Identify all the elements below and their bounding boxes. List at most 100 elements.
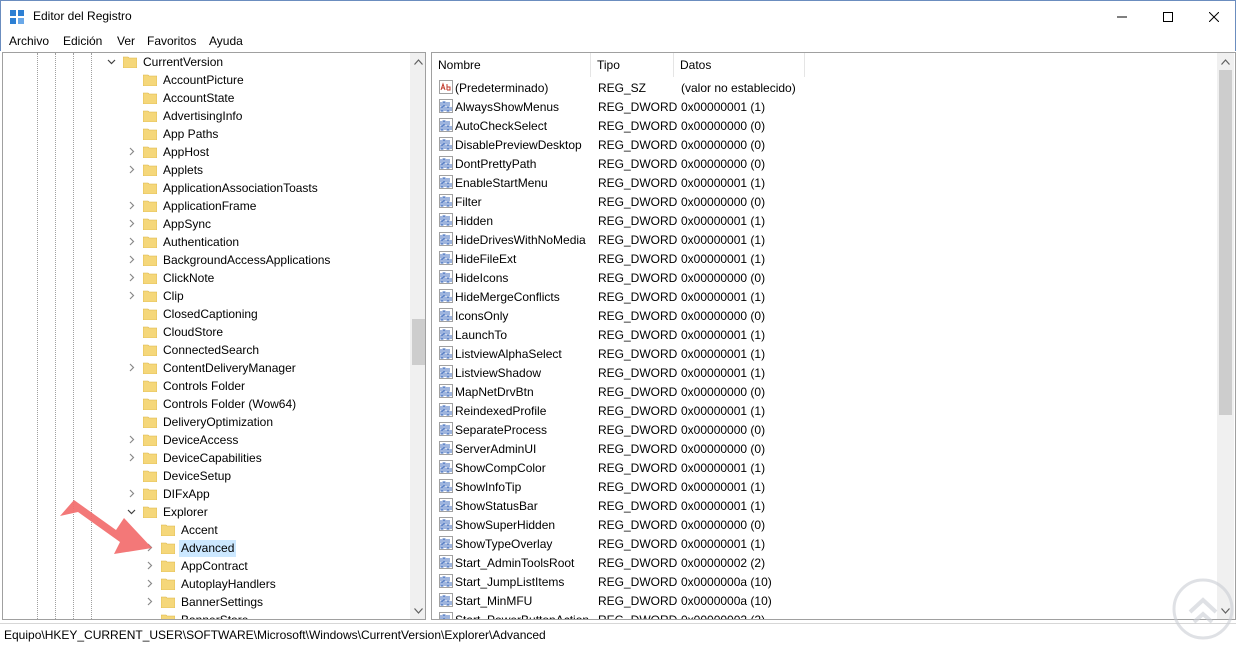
value-row[interactable]: Start_AdminToolsRoot REG_DWORD 0x00000002 … bbox=[432, 553, 1217, 572]
value-name: SeparateProcess bbox=[455, 423, 548, 437]
menu-edicion[interactable]: Edición bbox=[63, 34, 102, 48]
value-row[interactable]: DisablePreviewDesktop REG_DWORD 0x00000000… bbox=[432, 135, 1217, 154]
tree-item[interactable]: BackgroundAccessApplications bbox=[3, 251, 410, 269]
value-row[interactable]: SeparateProcess REG_DWORD 0x00000000 (0) bbox=[432, 420, 1217, 439]
tree-item[interactable]: CloudStore bbox=[3, 323, 410, 341]
value-row[interactable]: EnableStartMenu REG_DWORD 0x00000001 (1) bbox=[432, 173, 1217, 192]
tree-item[interactable]: Controls Folder bbox=[3, 377, 410, 395]
chevron-right-icon[interactable] bbox=[127, 291, 136, 300]
chevron-right-icon[interactable] bbox=[127, 165, 136, 174]
menu-archivo[interactable]: Archivo bbox=[9, 34, 49, 48]
value-row[interactable]: LaunchTo REG_DWORD 0x00000001 (1) bbox=[432, 325, 1217, 344]
tree-item[interactable]: Controls Folder (Wow64) bbox=[3, 395, 410, 413]
values-scroll-thumb[interactable] bbox=[1219, 70, 1232, 415]
chevron-right-icon[interactable] bbox=[145, 579, 154, 588]
chevron-down-icon[interactable] bbox=[107, 57, 116, 66]
tree-vertical-scrollbar[interactable] bbox=[410, 53, 425, 619]
value-name: HideIcons bbox=[455, 271, 509, 285]
tree-item[interactable]: AccountPicture bbox=[3, 71, 410, 89]
tree-scroll-thumb[interactable] bbox=[412, 319, 425, 365]
tree-item[interactable]: Applets bbox=[3, 161, 410, 179]
chevron-right-icon[interactable] bbox=[127, 363, 136, 372]
tree-item[interactable]: DeviceCapabilities bbox=[3, 449, 410, 467]
value-row[interactable]: ServerAdminUI REG_DWORD 0x00000000 (0) bbox=[432, 439, 1217, 458]
value-row[interactable]: Filter REG_DWORD 0x00000000 (0) bbox=[432, 192, 1217, 211]
tree-item[interactable]: ClosedCaptioning bbox=[3, 305, 410, 323]
value-row[interactable]: AutoCheckSelect REG_DWORD 0x00000000 (0) bbox=[432, 116, 1217, 135]
chevron-right-icon[interactable] bbox=[127, 435, 136, 444]
value-row[interactable]: IconsOnly REG_DWORD 0x00000000 (0) bbox=[432, 306, 1217, 325]
value-row[interactable]: HideIcons REG_DWORD 0x00000000 (0) bbox=[432, 268, 1217, 287]
tree-item[interactable]: ContentDeliveryManager bbox=[3, 359, 410, 377]
chevron-right-icon[interactable] bbox=[127, 255, 136, 264]
tree-item[interactable]: AppHost bbox=[3, 143, 410, 161]
value-row[interactable]: HideMergeConflicts REG_DWORD 0x00000001 (1… bbox=[432, 287, 1217, 306]
tree-item[interactable]: BannerSettings bbox=[3, 593, 410, 611]
value-row[interactable]: Hidden REG_DWORD 0x00000001 (1) bbox=[432, 211, 1217, 230]
value-row[interactable]: HideDrivesWithNoMedia REG_DWORD 0x00000001… bbox=[432, 230, 1217, 249]
tree-item[interactable]: Authentication bbox=[3, 233, 410, 251]
scroll-up-arrow-icon[interactable] bbox=[410, 53, 425, 70]
tree-item[interactable]: App Paths bbox=[3, 125, 410, 143]
value-row[interactable]: Start_PowerButtonAction REG_DWORD 0x000000… bbox=[432, 610, 1217, 620]
column-header-data[interactable]: Datos bbox=[674, 53, 805, 77]
value-row[interactable]: ShowStatusBar REG_DWORD 0x00000001 (1) bbox=[432, 496, 1217, 515]
tree-item[interactable]: DeviceAccess bbox=[3, 431, 410, 449]
chevron-right-icon[interactable] bbox=[127, 201, 136, 210]
chevron-right-icon[interactable] bbox=[127, 453, 136, 462]
value-row[interactable]: Start_MinMFU REG_DWORD 0x0000000a (10) bbox=[432, 591, 1217, 610]
value-row[interactable]: ShowSuperHidden REG_DWORD 0x00000000 (0) bbox=[432, 515, 1217, 534]
values-pane[interactable]: Nombre Tipo Datos (Predeterminado) REG_SZ… bbox=[431, 52, 1236, 620]
column-header-name[interactable]: Nombre bbox=[432, 53, 591, 77]
dword-value-icon bbox=[439, 365, 453, 379]
folder-icon bbox=[143, 236, 157, 248]
value-row[interactable]: (Predeterminado) REG_SZ (valor no establec… bbox=[432, 78, 1217, 97]
tree-item[interactable]: ApplicationFrame bbox=[3, 197, 410, 215]
minimize-button[interactable] bbox=[1099, 1, 1145, 32]
value-row[interactable]: ReindexedProfile REG_DWORD 0x00000001 (1) bbox=[432, 401, 1217, 420]
tree-item[interactable]: CurrentVersion bbox=[3, 53, 410, 71]
close-button[interactable] bbox=[1191, 1, 1236, 32]
chevron-right-icon[interactable] bbox=[127, 273, 136, 282]
menu-ayuda[interactable]: Ayuda bbox=[209, 34, 243, 48]
value-row[interactable]: ListviewAlphaSelect REG_DWORD 0x00000001 (… bbox=[432, 344, 1217, 363]
tree-item[interactable]: BannerStore bbox=[3, 611, 410, 619]
value-name: AlwaysShowMenus bbox=[455, 100, 560, 114]
value-row[interactable]: DontPrettyPath REG_DWORD 0x00000000 (0) bbox=[432, 154, 1217, 173]
value-row[interactable]: Start_JumpListItems REG_DWORD 0x0000000a (… bbox=[432, 572, 1217, 591]
value-type: REG_DWORD bbox=[598, 404, 678, 418]
value-row[interactable]: ShowCompColor REG_DWORD 0x00000001 (1) bbox=[432, 458, 1217, 477]
tree-item[interactable]: ApplicationAssociationToasts bbox=[3, 179, 410, 197]
value-row[interactable]: HideFileExt REG_DWORD 0x00000001 (1) bbox=[432, 249, 1217, 268]
tree-item-label: AppSync bbox=[163, 217, 212, 231]
chevron-right-icon[interactable] bbox=[127, 237, 136, 246]
value-row[interactable]: ListviewShadow REG_DWORD 0x00000001 (1) bbox=[432, 363, 1217, 382]
value-row[interactable]: AlwaysShowMenus REG_DWORD 0x00000001 (1) bbox=[432, 97, 1217, 116]
tree-item[interactable]: AdvertisingInfo bbox=[3, 107, 410, 125]
tree-item[interactable]: ClickNote bbox=[3, 269, 410, 287]
tree-item[interactable]: AppSync bbox=[3, 215, 410, 233]
column-header-type[interactable]: Tipo bbox=[591, 53, 674, 77]
value-name: Start_PowerButtonAction bbox=[455, 613, 590, 620]
menu-favoritos[interactable]: Favoritos bbox=[147, 34, 196, 48]
value-row[interactable]: MapNetDrvBtn REG_DWORD 0x00000000 (0) bbox=[432, 382, 1217, 401]
tree-item[interactable]: DeliveryOptimization bbox=[3, 413, 410, 431]
scroll-down-arrow-icon[interactable] bbox=[410, 602, 425, 619]
values-vertical-scrollbar[interactable] bbox=[1217, 53, 1234, 619]
tree-item[interactable]: AutoplayHandlers bbox=[3, 575, 410, 593]
tree-item[interactable]: Clip bbox=[3, 287, 410, 305]
tree-item[interactable]: AccountState bbox=[3, 89, 410, 107]
maximize-button[interactable] bbox=[1145, 1, 1191, 32]
value-row[interactable]: ShowInfoTip REG_DWORD 0x00000001 (1) bbox=[432, 477, 1217, 496]
tree-item-label: App Paths bbox=[163, 127, 219, 141]
chevron-right-icon[interactable] bbox=[127, 219, 136, 228]
scroll-up-arrow-icon[interactable] bbox=[1217, 53, 1234, 70]
value-type: REG_DWORD bbox=[598, 613, 678, 620]
menu-bar: Archivo Edición Ver Favoritos Ayuda bbox=[0, 31, 1236, 51]
chevron-right-icon[interactable] bbox=[145, 597, 154, 606]
tree-item[interactable]: ConnectedSearch bbox=[3, 341, 410, 359]
tree-item[interactable]: DeviceSetup bbox=[3, 467, 410, 485]
chevron-right-icon[interactable] bbox=[127, 147, 136, 156]
menu-ver[interactable]: Ver bbox=[117, 34, 135, 48]
value-row[interactable]: ShowTypeOverlay REG_DWORD 0x00000001 (1) bbox=[432, 534, 1217, 553]
